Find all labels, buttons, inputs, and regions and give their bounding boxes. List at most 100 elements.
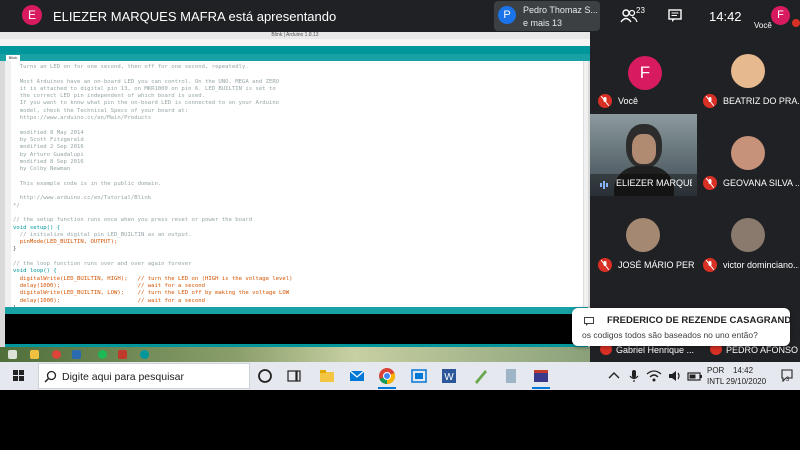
input-layout[interactable]: INTL — [707, 377, 724, 386]
chat-bubble-icon — [584, 317, 594, 326]
cortana-icon[interactable] — [256, 367, 274, 385]
shared-chrome-icon — [52, 350, 61, 359]
participant-name: Você — [618, 96, 639, 106]
taskbar-search[interactable]: Digite aqui para pesquisar — [38, 363, 250, 389]
ide-console — [5, 314, 588, 344]
speaker-face — [632, 134, 656, 164]
notification-more: e mais 13 — [523, 18, 563, 28]
terminal-icon[interactable] — [532, 367, 550, 385]
speaking-icon — [600, 181, 608, 189]
participant-tile[interactable]: F Você — [590, 32, 697, 114]
self-muted-badge — [792, 19, 800, 27]
notification-count: 3 — [786, 377, 790, 383]
taskbar-date[interactable]: 29/10/2020 — [726, 377, 766, 386]
code-line: delay(1000); // wait for a second — [13, 297, 205, 304]
notification-name: Pedro Thomaz S... — [523, 5, 598, 15]
code-line: void setup() { — [13, 224, 61, 231]
code-line: If you want to know what pin the on-boar… — [13, 100, 280, 107]
chat-sender: FREDERICO DE REZENDE CASAGRANDE — [607, 315, 798, 326]
code-line: by Scott Fitzgerald — [13, 136, 84, 143]
participant-name: Gabriel Henrique ... — [616, 345, 695, 355]
participant-name: GEOVANA SILVA ... — [723, 178, 799, 188]
self-avatar[interactable]: F — [771, 6, 790, 25]
taskbar-clock[interactable]: 14:42 — [733, 366, 753, 375]
active-indicator — [378, 387, 396, 389]
participant-name: ELIEZER MARQUE... — [616, 178, 692, 188]
chrome-icon[interactable] — [378, 367, 396, 385]
code-line: digitalWrite(LED_BUILTIN, HIGH); // turn… — [13, 275, 293, 282]
meet-clock: 14:42 — [709, 9, 742, 24]
mic-off-icon — [598, 258, 612, 272]
code-line: void loop() { — [13, 268, 57, 275]
code-line: modified 8 May 2014 — [13, 129, 84, 136]
presenting-banner: ELIEZER MARQUES MAFRA está apresentando — [53, 9, 337, 24]
participant-tile[interactable]: BEATRIZ DO PRA... — [695, 32, 800, 114]
mail-icon[interactable] — [348, 367, 366, 385]
ide-menu-bar: FileEditSketchToolsHelp — [0, 39, 590, 54]
meet-top-bar: E ELIEZER MARQUES MAFRA está apresentand… — [0, 0, 800, 32]
code-line: model, check the Technical Specs of your… — [13, 107, 189, 114]
windows-start-icon[interactable] — [0, 362, 38, 390]
code-editor: Turns an LED on for one second, then off… — [5, 61, 588, 311]
svg-text:W: W — [444, 372, 454, 383]
microphone-icon[interactable] — [625, 367, 643, 385]
battery-icon[interactable] — [686, 367, 704, 385]
participant-name: JOSÉ MÁRIO PER... — [618, 260, 694, 270]
participant-tile[interactable]: victor dominciano... — [695, 196, 800, 278]
chat-icon[interactable] — [668, 9, 682, 22]
ide-tab-bar: Blink — [0, 54, 590, 61]
task-view-icon[interactable] — [285, 367, 303, 385]
windows-taskbar: Digite aqui para pesquisar W POR INTL 14… — [0, 362, 800, 390]
shared-taskbar — [0, 347, 590, 362]
screen-snip-icon[interactable] — [410, 367, 428, 385]
code-line: delay(1000); // wait for a second — [13, 282, 205, 289]
participant-photo — [731, 136, 765, 170]
participant-tile[interactable]: JOSÉ MÁRIO PER... — [590, 196, 697, 278]
code-line: http://www.arduino.cc/en/Tutorial/Blink — [13, 195, 152, 202]
search-icon — [44, 370, 57, 383]
word-icon[interactable]: W — [440, 367, 458, 385]
code-line: by Colby Newman — [13, 166, 71, 173]
code-line: This example code is in the public domai… — [13, 180, 162, 187]
shared-screen: Blink | Arduino 1.8.13 FileEditSketchToo… — [0, 32, 590, 362]
shared-ppt-icon — [118, 350, 127, 359]
notification-avatar: P — [498, 6, 516, 24]
mic-off-icon — [703, 94, 717, 108]
presenter-avatar: E — [22, 5, 42, 25]
participant-photo — [731, 54, 765, 88]
code-line: it is attached to digital pin 13, on MKR… — [13, 85, 276, 92]
active-speaker-tile[interactable]: ELIEZER MARQUE... — [590, 114, 697, 196]
chat-notification[interactable]: FREDERICO DE REZENDE CASAGRANDE os codig… — [572, 308, 798, 346]
paint-icon[interactable] — [472, 367, 490, 385]
chevron-up-icon[interactable] — [605, 367, 623, 385]
code-line: Most Arduinos have an on-board LED you c… — [13, 78, 280, 85]
editor-scrollbar — [583, 61, 588, 307]
ide-toolbar — [0, 46, 590, 54]
participant-photo — [626, 218, 660, 252]
volume-icon[interactable] — [666, 367, 684, 385]
active-indicator — [532, 387, 550, 389]
join-notification[interactable]: P Pedro Thomaz S... e mais 13 — [494, 1, 600, 31]
input-language[interactable]: POR — [707, 366, 724, 375]
participant-avatar: F — [628, 56, 662, 90]
ide-divider — [5, 307, 588, 314]
chat-message: os codigos todos são baseados no uno ent… — [582, 330, 758, 340]
code-line: // the loop function runs over and over … — [13, 261, 192, 268]
shared-arduino-icon — [140, 350, 149, 359]
code-line: } — [13, 246, 17, 253]
notes-icon[interactable] — [502, 367, 520, 385]
shared-spotify-icon — [98, 350, 107, 359]
code-line: pinMode(LED_BUILTIN, OUTPUT); — [13, 239, 118, 246]
code-line: // initialize digital pin LED_BUILTIN as… — [13, 231, 192, 238]
wifi-icon[interactable] — [645, 367, 663, 385]
self-label: Você — [754, 21, 772, 30]
participant-name: victor dominciano... — [723, 260, 799, 270]
file-explorer-icon[interactable] — [318, 367, 336, 385]
code-line: */ — [13, 202, 20, 209]
participant-tile[interactable]: GEOVANA SILVA ... — [695, 114, 800, 196]
letterbox — [0, 390, 800, 450]
code-line: // the setup function runs once when you… — [13, 217, 253, 224]
